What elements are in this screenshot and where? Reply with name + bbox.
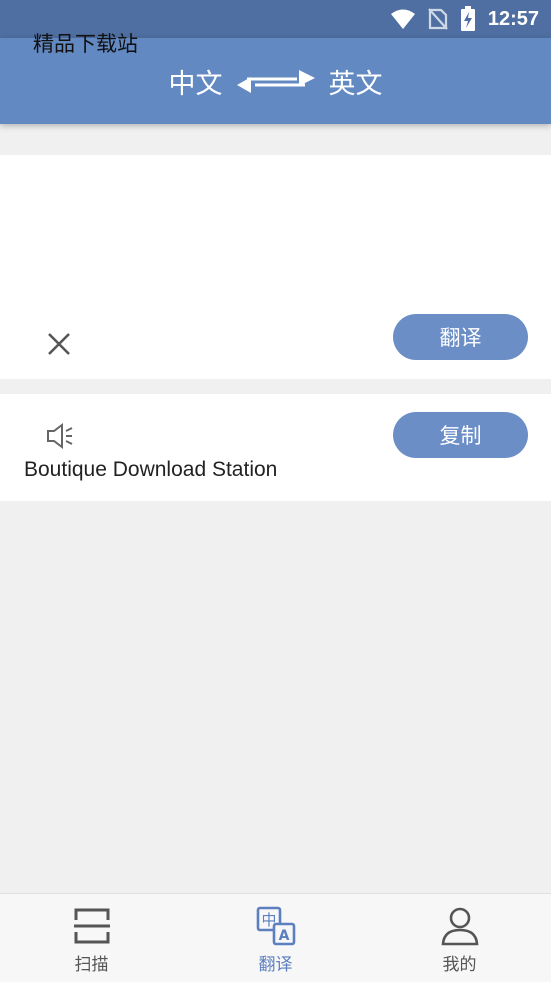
close-icon[interactable] [46, 331, 72, 357]
tab-translate-label: 翻译 [258, 955, 293, 975]
tab-translate[interactable]: 中 A 翻译 [184, 894, 367, 982]
wifi-icon [390, 9, 415, 29]
status-time: 12:57 [487, 7, 539, 30]
source-language[interactable]: 中文 [169, 62, 223, 101]
tab-scan-label: 扫描 [74, 955, 109, 975]
battery-charging-icon [460, 6, 475, 31]
tab-me-label: 我的 [442, 955, 477, 975]
translate-icon: 中 A [256, 906, 295, 946]
svg-text:A: A [278, 928, 289, 944]
tab-me[interactable]: 我的 [368, 894, 551, 982]
user-icon [441, 907, 478, 946]
no-sim-icon [428, 8, 448, 30]
translate-button[interactable]: 翻译 [393, 314, 528, 360]
bottom-tab-bar: 扫描 中 A 翻译 我的 [0, 893, 551, 982]
tab-scan[interactable]: 扫描 [0, 894, 183, 982]
speaker-icon[interactable] [45, 423, 75, 449]
copy-button[interactable]: 复制 [393, 412, 528, 458]
source-text-input[interactable]: 精品下载站 [33, 28, 138, 58]
swap-arrows-icon[interactable] [236, 66, 315, 96]
scan-icon [73, 908, 110, 944]
target-language[interactable]: 英文 [329, 62, 383, 101]
translated-text: Boutique Download Station [24, 458, 278, 481]
